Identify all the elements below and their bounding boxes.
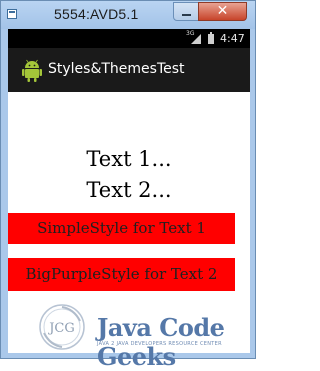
battery-icon [208, 32, 214, 44]
text-2: Text 2... [86, 178, 172, 202]
close-button[interactable]: ✕ [198, 2, 247, 21]
window-titlebar[interactable]: 5554:AVD5.1 ✕ [1, 1, 255, 29]
minimize-icon [182, 14, 191, 16]
simple-style-text: SimpleStyle for Text 1 [8, 213, 235, 244]
jcg-logo-initials: JCG [47, 321, 75, 336]
signal-icon [191, 34, 201, 44]
emulator-window: 5554:AVD5.1 ✕ 3G 4:47 Styles&ThemesTest … [0, 0, 256, 371]
window-app-icon [7, 9, 17, 19]
big-purple-style-text: BigPurpleStyle for Text 2 [8, 258, 235, 291]
text-1: Text 1... [86, 147, 172, 171]
jcg-tagline: JAVA 2 JAVA DEVELOPERS RESOURCE CENTER [97, 341, 222, 347]
android-icon[interactable] [21, 58, 43, 82]
minimize-button[interactable] [173, 2, 199, 21]
svg-text:JCG: JCG [47, 321, 75, 336]
status-clock: 4:47 [220, 32, 245, 45]
action-bar: Styles&ThemesTest [8, 48, 250, 92]
window-title: 5554:AVD5.1 [54, 6, 139, 22]
status-bar: 3G 4:47 [8, 29, 250, 48]
app-title: Styles&ThemesTest [48, 61, 185, 77]
